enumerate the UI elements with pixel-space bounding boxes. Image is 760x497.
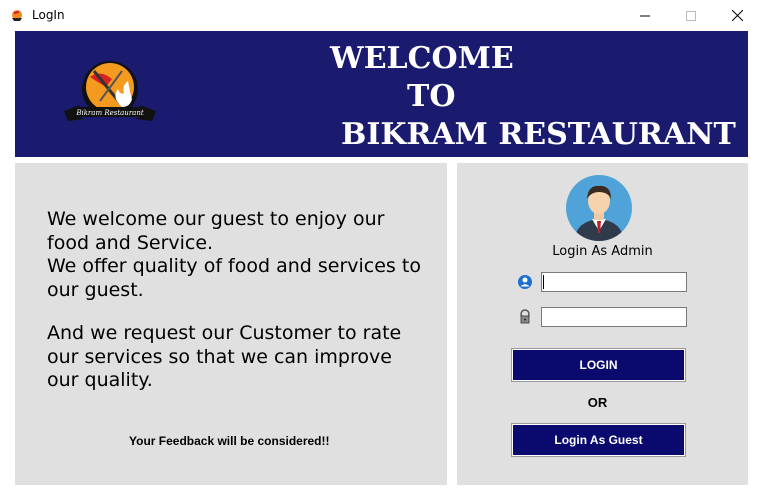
- password-icon: [520, 309, 530, 324]
- request-paragraph: And we request our Customer to rate our …: [47, 322, 402, 391]
- text-caret: [543, 275, 544, 289]
- minimize-icon: [640, 15, 650, 16]
- window-content: Bikram Restaurant WELCOME TO BIKRAM REST…: [0, 31, 760, 497]
- login-button[interactable]: LOGIN: [512, 349, 685, 381]
- welcome-heading: WELCOME TO BIKRAM RESTAURANT: [15, 31, 748, 157]
- login-as-guest-button[interactable]: Login As Guest: [512, 424, 685, 456]
- info-panel: We welcome our guest to enjoy our food a…: [15, 163, 447, 485]
- password-input[interactable]: [541, 307, 687, 327]
- user-icon: [518, 275, 532, 289]
- window-title: LogIn: [32, 8, 65, 22]
- admin-avatar-icon: [566, 175, 632, 241]
- welcome-line-1: WELCOME: [330, 41, 514, 76]
- title-bar: LogIn: [0, 0, 760, 31]
- close-icon: [731, 10, 743, 21]
- login-panel: Login As Admin LOGIN OR Login As Guest: [457, 163, 748, 485]
- welcome-line-3: BIKRAM RESTAURANT: [341, 117, 736, 152]
- welcome-paragraph: We welcome our guest to enjoy our food a…: [47, 208, 421, 301]
- minimize-button[interactable]: [622, 0, 668, 31]
- feedback-note: Your Feedback will be considered!!: [129, 434, 330, 448]
- close-button[interactable]: [714, 0, 760, 31]
- restaurant-app-icon: [12, 10, 22, 21]
- maximize-icon: [686, 10, 696, 21]
- maximize-button[interactable]: [668, 0, 714, 31]
- username-input[interactable]: [541, 272, 687, 292]
- or-separator: OR: [587, 395, 608, 410]
- login-as-admin-label: Login As Admin: [552, 244, 653, 259]
- welcome-line-2: TO: [407, 79, 456, 114]
- welcome-banner: Bikram Restaurant WELCOME TO BIKRAM REST…: [15, 31, 748, 157]
